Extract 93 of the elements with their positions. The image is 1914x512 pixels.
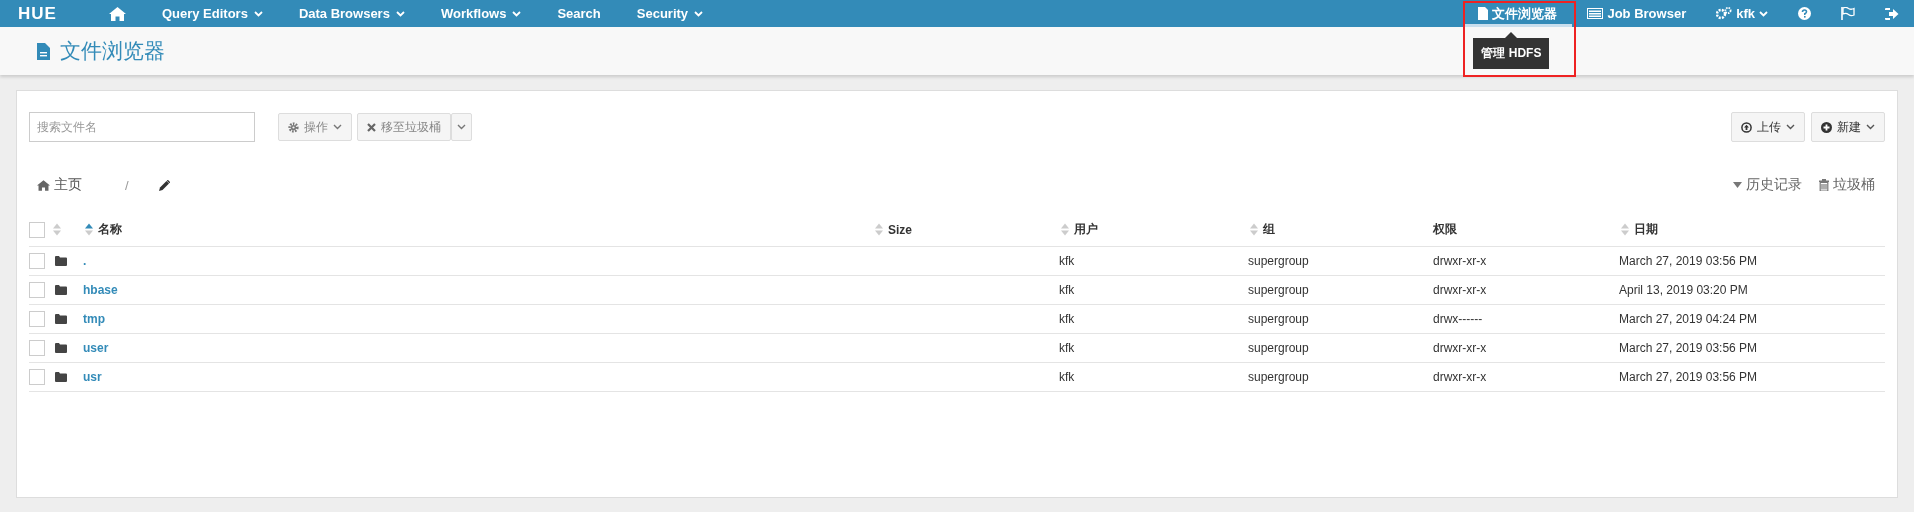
action-button[interactable]: 操作	[278, 113, 352, 141]
document-icon	[1478, 7, 1489, 20]
dropdown-button[interactable]	[451, 113, 472, 141]
tooltip-pointer-icon	[1505, 32, 1518, 38]
pencil-icon[interactable]	[158, 179, 170, 191]
table-cell: kfk	[1059, 341, 1075, 355]
chevron-down-icon	[512, 10, 522, 17]
flag-icon	[1841, 7, 1855, 20]
folder-icon	[55, 314, 67, 324]
chevron-down-icon	[1759, 10, 1768, 17]
folder-icon	[55, 285, 67, 295]
select-all-checkbox[interactable]	[29, 221, 45, 238]
sort-icon[interactable]	[1250, 223, 1258, 236]
action-button[interactable]: 移至垃圾桶	[357, 113, 451, 141]
column-header[interactable]: Size	[888, 222, 912, 237]
chevron-down-icon	[1786, 124, 1795, 130]
toolbar-button[interactable]: 新建	[1811, 112, 1885, 142]
close-icon	[367, 122, 376, 132]
tooltip: 管理 HDFS	[1473, 38, 1550, 69]
table-cell: drwxr-xr-x	[1433, 283, 1487, 297]
caret-icon	[1733, 182, 1742, 188]
folder-icon	[55, 343, 67, 353]
table-cell: supergroup	[1248, 341, 1309, 355]
sort-icon[interactable]	[53, 223, 61, 236]
table-cell: kfk	[1059, 283, 1075, 297]
table-cell: March 27, 2019 03:56 PM	[1619, 341, 1758, 355]
list-icon	[1587, 8, 1604, 19]
row-checkbox[interactable]	[29, 253, 45, 269]
trash-icon	[1819, 179, 1829, 191]
hue-logo[interactable]: HUE	[18, 3, 57, 24]
home-breadcrumb[interactable]: 主页	[37, 176, 82, 194]
nav-menu-item[interactable]: Job Browser	[1572, 0, 1702, 27]
table-cell: supergroup	[1248, 370, 1309, 384]
folder-icon	[55, 256, 67, 266]
table-cell: kfk	[1059, 254, 1075, 268]
sort-icon[interactable]	[1621, 223, 1629, 236]
search-field[interactable]: 搜索文件名	[29, 112, 255, 142]
table-cell: supergroup	[1248, 254, 1309, 268]
sort-icon[interactable]	[1061, 223, 1069, 236]
gears-icon	[1716, 7, 1733, 20]
table-cell: supergroup	[1248, 283, 1309, 297]
file-name-link[interactable]: .	[83, 254, 87, 268]
table-cell: March 27, 2019 04:24 PM	[1619, 312, 1758, 326]
row-checkbox[interactable]	[29, 369, 45, 385]
nav-menu-item[interactable]: Search	[539, 0, 619, 27]
folder-icon	[55, 372, 67, 382]
table-cell: April 13, 2019 03:20 PM	[1619, 283, 1748, 297]
document-icon	[37, 42, 50, 60]
table-cell: drwxr-xr-x	[1433, 341, 1487, 355]
column-header[interactable]: 日期	[1634, 221, 1658, 238]
table-cell: drwxr-xr-x	[1433, 370, 1487, 384]
sort-icon[interactable]	[85, 223, 93, 236]
row-checkbox[interactable]	[29, 282, 45, 298]
path-separator: /	[125, 177, 129, 193]
row-checkbox[interactable]	[29, 311, 45, 327]
table-cell: drwx------	[1433, 312, 1483, 326]
table-cell: drwxr-xr-x	[1433, 254, 1487, 268]
table-cell: March 27, 2019 03:56 PM	[1619, 254, 1758, 268]
file-name-link[interactable]: tmp	[83, 312, 105, 326]
column-header[interactable]: 组	[1263, 221, 1275, 238]
page-title: 文件浏览器	[60, 38, 165, 64]
table-cell: March 27, 2019 03:56 PM	[1619, 370, 1758, 384]
chevron-down-icon	[253, 10, 263, 17]
column-header[interactable]: 权限	[1433, 221, 1457, 238]
plus-icon	[1821, 121, 1832, 133]
toolbar-link[interactable]: 历史记录	[1733, 176, 1802, 194]
logout-icon	[1885, 7, 1899, 20]
chevron-down-icon	[457, 124, 466, 130]
chevron-down-icon	[333, 124, 342, 130]
toolbar-link[interactable]: 垃圾桶	[1819, 176, 1875, 194]
nav-menu-item[interactable]: Query Editors	[143, 0, 281, 27]
file-name-link[interactable]: hbase	[83, 283, 118, 297]
nav-menu-item[interactable]: Data Browsers	[280, 0, 423, 27]
upload-icon	[1741, 121, 1752, 133]
help-icon	[1798, 7, 1811, 20]
chevron-down-icon	[694, 10, 704, 17]
gear-icon	[288, 121, 299, 133]
nav-menu-item[interactable]: kfk	[1701, 0, 1783, 27]
table-cell: kfk	[1059, 312, 1075, 326]
nav-menu-item[interactable]: Workflows	[422, 0, 540, 27]
column-header[interactable]: 用户	[1074, 221, 1098, 238]
nav-menu-item[interactable]: Security	[618, 0, 722, 27]
chevron-down-icon	[1866, 124, 1875, 130]
toolbar-button[interactable]: 上传	[1731, 112, 1805, 142]
home-icon	[37, 179, 50, 191]
table-cell: kfk	[1059, 370, 1075, 384]
row-checkbox[interactable]	[29, 340, 45, 356]
file-name-link[interactable]: user	[83, 341, 109, 355]
table-cell: supergroup	[1248, 312, 1309, 326]
chevron-down-icon	[395, 10, 405, 17]
sort-icon[interactable]	[875, 223, 883, 236]
column-header[interactable]: 名称	[98, 221, 122, 238]
file-name-link[interactable]: usr	[83, 370, 102, 384]
